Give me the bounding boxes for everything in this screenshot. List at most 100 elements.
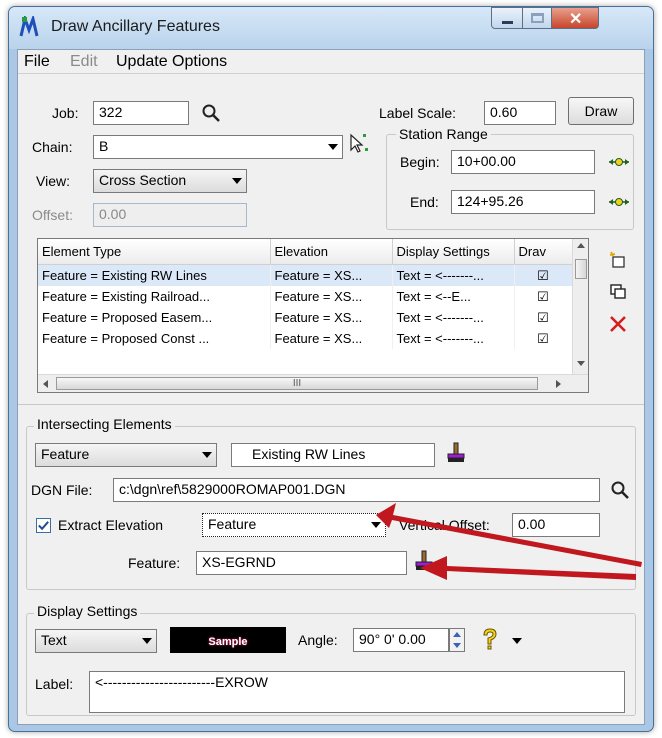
menu-bar: File Edit Update Options: [18, 50, 644, 74]
label-textarea[interactable]: <------------------------EXROW: [89, 671, 625, 713]
cell-element-type: Feature = Existing RW Lines: [38, 264, 271, 286]
vertical-offset-label: Vertical Offset:: [399, 517, 490, 533]
cell-elevation: Feature = XS...: [270, 328, 393, 349]
cell-draw[interactable]: ☑: [514, 307, 573, 328]
sample-text: Sample: [208, 636, 248, 648]
spin-down-icon[interactable]: [453, 643, 461, 648]
dialog-client: File Edit Update Options Job: 322 Label …: [17, 49, 645, 725]
chevron-down-icon: [232, 178, 242, 184]
maximize-button[interactable]: [522, 7, 552, 29]
checkmark-icon: [38, 521, 49, 531]
scroll-thumb-horizontal[interactable]: III: [56, 377, 538, 390]
table-header-row: Element Type Elevation Display Settings …: [38, 239, 573, 265]
column-draw[interactable]: Drav: [514, 239, 573, 265]
select-element-icon[interactable]: [348, 132, 370, 154]
intersecting-type-select[interactable]: Feature: [35, 443, 217, 467]
cell-draw[interactable]: ☑: [514, 286, 573, 307]
table-row[interactable]: Feature = Existing Railroad... Feature =…: [38, 286, 573, 307]
delete-icon[interactable]: [608, 314, 628, 334]
angle-spinner[interactable]: [449, 628, 465, 652]
column-elevation[interactable]: Elevation: [270, 239, 393, 265]
spin-up-icon[interactable]: [453, 632, 461, 637]
station-range-title: Station Range: [396, 126, 491, 142]
view-label: View:: [36, 173, 70, 189]
menu-edit[interactable]: Edit: [70, 53, 98, 71]
horizontal-scrollbar[interactable]: III: [38, 374, 588, 392]
chevron-down-icon: [202, 452, 212, 458]
cell-elevation: Feature = XS...: [270, 286, 393, 307]
vertical-scrollbar[interactable]: [572, 239, 588, 374]
begin-label: Begin:: [400, 154, 440, 170]
chevron-down-icon: [328, 144, 338, 150]
extract-elevation-checkbox[interactable]: [36, 518, 51, 533]
cell-display: Text = <-------...: [392, 328, 515, 349]
cell-element-type: Feature = Existing Railroad...: [38, 286, 271, 307]
menu-update-options[interactable]: Update Options: [116, 53, 227, 71]
copy-icon[interactable]: [608, 282, 628, 302]
text-sample-swatch[interactable]: Sample: [170, 627, 286, 653]
cell-draw[interactable]: ☑: [514, 264, 573, 286]
cell-display: Text = <-------...: [392, 307, 515, 328]
vertical-offset-field[interactable]: 0.00: [512, 513, 600, 537]
chain-select-value: B: [99, 138, 109, 154]
scroll-left-icon[interactable]: [43, 380, 48, 388]
search-icon[interactable]: [201, 103, 221, 123]
help-dropdown-icon[interactable]: [512, 638, 522, 644]
chain-select[interactable]: B: [93, 135, 343, 159]
scroll-thumb[interactable]: [575, 259, 587, 279]
title-bar[interactable]: Draw Ancillary Features ✕: [9, 7, 653, 49]
cell-elevation: Feature = XS...: [270, 264, 393, 286]
scroll-down-icon[interactable]: [577, 361, 585, 366]
close-button[interactable]: ✕: [551, 7, 599, 29]
angle-field[interactable]: 90° 0' 0.00: [353, 628, 449, 652]
display-settings-title: Display Settings: [34, 603, 141, 619]
begin-field[interactable]: 10+00.00: [451, 150, 595, 174]
table-row[interactable]: Feature = Proposed Easem... Feature = XS…: [38, 307, 573, 328]
extract-type-value: Feature: [208, 516, 257, 532]
chevron-down-icon: [371, 522, 381, 528]
intersecting-feature-field[interactable]: Existing RW Lines: [231, 443, 435, 467]
station-range-group: [386, 134, 634, 230]
column-element-type[interactable]: Element Type: [38, 239, 271, 265]
feature-pick-icon[interactable]: [414, 550, 434, 572]
search-icon[interactable]: [610, 480, 630, 500]
intersecting-elements-title: Intersecting Elements: [34, 416, 175, 432]
minimize-button[interactable]: [491, 7, 523, 29]
chevron-down-icon: [142, 638, 152, 644]
table-row[interactable]: Feature = Existing RW Lines Feature = XS…: [38, 264, 573, 286]
offset-label: Offset:: [32, 207, 73, 223]
offset-field[interactable]: 0.00: [93, 203, 247, 227]
cell-element-type: Feature = Proposed Easem...: [38, 307, 271, 328]
extract-type-select[interactable]: Feature: [202, 513, 386, 537]
extract-elevation-label[interactable]: Extract Elevation: [58, 517, 163, 533]
scroll-up-icon[interactable]: [577, 243, 585, 248]
display-type-select[interactable]: Text: [35, 629, 157, 653]
end-field[interactable]: 124+95.26: [451, 190, 595, 214]
label-label: Label:: [35, 676, 74, 692]
intersecting-type-value: Feature: [41, 446, 90, 462]
cell-display: Text = <--E...: [392, 286, 515, 307]
job-label: Job:: [52, 105, 79, 121]
draw-button[interactable]: Draw: [568, 97, 634, 125]
new-icon[interactable]: [608, 250, 628, 270]
dgn-file-field[interactable]: c:\dgn\ref\5829000ROMAP001.DGN: [113, 478, 600, 502]
cell-draw[interactable]: ☑: [514, 328, 573, 349]
cell-element-type: Feature = Proposed Const ...: [38, 328, 271, 349]
scroll-right-icon[interactable]: [556, 380, 561, 388]
station-pick-icon[interactable]: [608, 194, 630, 210]
job-field[interactable]: 322: [93, 101, 189, 125]
label-scale-field[interactable]: 0.60: [484, 101, 556, 125]
station-pick-icon[interactable]: [608, 154, 630, 170]
dgn-file-label: DGN File:: [31, 482, 93, 498]
end-label: End:: [410, 194, 439, 210]
help-icon[interactable]: [480, 628, 500, 652]
element-table-grid: Element Type Elevation Display Settings …: [38, 239, 573, 349]
feature-field[interactable]: XS-EGRND: [196, 551, 407, 575]
menu-file[interactable]: File: [24, 53, 50, 71]
element-table: Element Type Elevation Display Settings …: [37, 238, 589, 393]
column-display-settings[interactable]: Display Settings: [392, 239, 515, 265]
view-select[interactable]: Cross Section: [93, 169, 247, 193]
display-type-value: Text: [41, 632, 67, 648]
feature-pick-icon[interactable]: [446, 442, 466, 464]
table-row[interactable]: Feature = Proposed Const ... Feature = X…: [38, 328, 573, 349]
